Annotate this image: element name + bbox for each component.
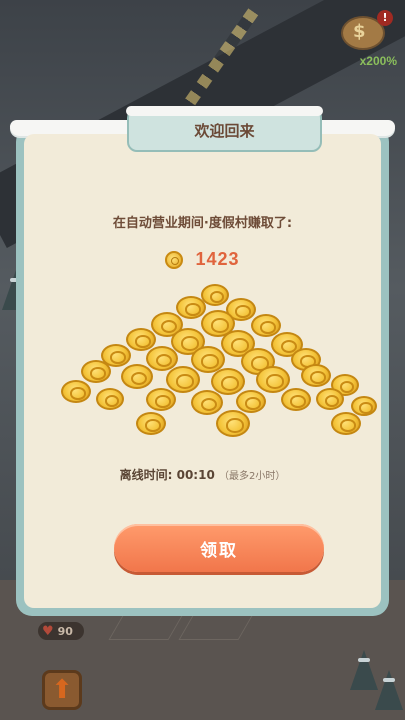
coin-graphic xyxy=(301,364,331,387)
title-banner: 欢迎回来 xyxy=(126,106,323,152)
earnings-row: 1423 xyxy=(24,249,381,270)
coin-graphic xyxy=(201,284,229,306)
coin-graphic xyxy=(216,410,250,437)
piggy-rate: x200% xyxy=(359,54,397,68)
welcome-back-dialog: 欢迎回来 在自动营业期间·度假村赚取了: 1423 离线时间: 00:10 （最… xyxy=(10,106,395,616)
offline-time: 离线时间: 00:10 （最多2小时） xyxy=(24,466,381,483)
coin-graphic xyxy=(281,388,311,411)
claim-label: 领取 xyxy=(200,540,238,561)
coin-graphic xyxy=(166,366,200,393)
earnings-subtitle: 在自动营业期间·度假村赚取了: xyxy=(112,216,293,231)
coin-graphic xyxy=(211,368,245,395)
claim-button[interactable]: 领取 xyxy=(114,524,324,572)
coin-icon xyxy=(165,250,184,269)
coin-graphic xyxy=(351,396,377,416)
piggy-bank-button[interactable]: $ ! xyxy=(339,10,393,54)
offline-max: （最多2小时） xyxy=(219,471,286,482)
arrow-up-icon: ⬆ xyxy=(51,675,73,705)
offline-time-label: 离线时间: 00:10 xyxy=(119,468,215,482)
dialog-title: 欢迎回来 xyxy=(194,121,255,140)
coin-graphic xyxy=(316,388,344,410)
earnings-amount: 1423 xyxy=(195,249,240,269)
heart-icon: ♥ xyxy=(42,623,54,639)
coin-graphic xyxy=(61,380,91,403)
coin-graphic xyxy=(96,388,124,410)
hearts-counter: ♥ 90 xyxy=(38,622,84,640)
coin-graphic xyxy=(331,412,361,435)
dialog-panel: 欢迎回来 在自动营业期间·度假村赚取了: 1423 离线时间: 00:10 （最… xyxy=(24,106,381,608)
hearts-value: 90 xyxy=(57,624,73,638)
coin-graphic xyxy=(81,360,111,383)
alert-badge: ! xyxy=(377,10,393,26)
snowy-tree xyxy=(350,650,378,690)
coin-graphic xyxy=(191,390,223,415)
coin-graphic xyxy=(146,388,176,411)
snowy-tree xyxy=(375,670,403,710)
coin-graphic xyxy=(176,296,206,319)
coin-graphic xyxy=(121,364,153,389)
coin-graphic xyxy=(256,366,290,393)
coin-graphic xyxy=(236,390,266,413)
coin-graphic xyxy=(136,412,166,435)
upgrade-button[interactable]: ⬆ xyxy=(42,670,82,710)
coin-pile-image xyxy=(51,284,377,444)
dollar-icon: $ xyxy=(353,21,366,42)
